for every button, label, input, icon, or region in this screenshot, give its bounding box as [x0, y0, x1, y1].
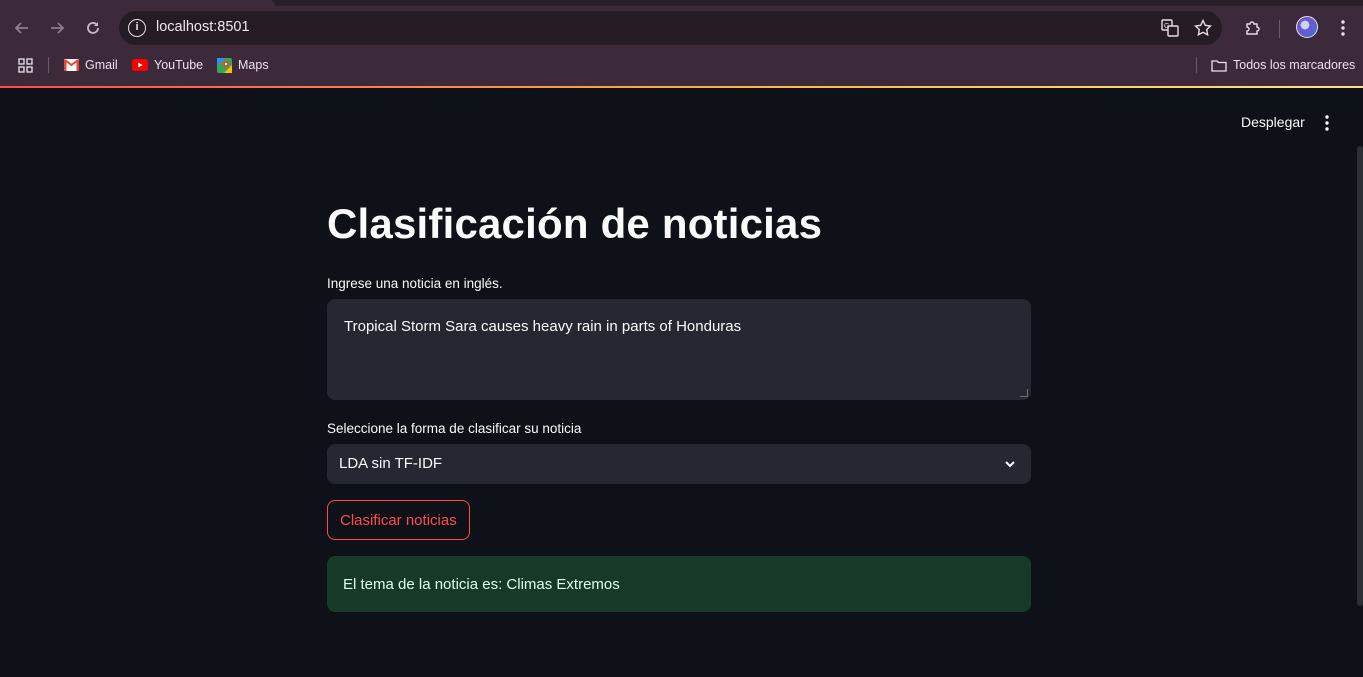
kebab-menu-icon	[1341, 20, 1345, 36]
apps-grid-icon	[17, 57, 33, 73]
translate-icon[interactable]: G	[1159, 17, 1181, 39]
back-button[interactable]	[8, 14, 36, 42]
profile-avatar[interactable]	[1296, 16, 1318, 38]
streamlit-app: Desplegar Clasificación de noticias Ingr…	[0, 88, 1363, 677]
all-bookmarks-label: Todos los marcadores	[1233, 58, 1356, 72]
browser-toolbar: i localhost:8501 G	[0, 6, 1363, 50]
news-input-label: Ingrese una noticia en inglés.	[327, 276, 503, 291]
reload-button[interactable]	[79, 14, 107, 42]
deploy-button[interactable]: Desplegar	[1231, 110, 1315, 134]
bookmark-label: Gmail	[85, 58, 118, 72]
browser-chrome: i localhost:8501 G Gmail YouTube Maps To…	[0, 0, 1363, 88]
classify-button[interactable]: Clasificar noticias	[327, 500, 470, 540]
bookmark-youtube[interactable]: YouTube	[132, 56, 203, 74]
arrow-right-icon	[51, 22, 65, 34]
site-info-icon[interactable]: i	[128, 19, 146, 37]
method-select[interactable]: LDA sin TF-IDF	[327, 444, 1031, 484]
resize-handle-icon[interactable]	[1020, 389, 1028, 397]
extensions-button[interactable]	[1239, 14, 1267, 42]
maps-icon	[216, 57, 232, 73]
main-menu-button[interactable]	[1316, 112, 1338, 134]
bookmarks-bar: Gmail YouTube Maps Todos los marcadores	[0, 50, 1363, 80]
youtube-icon	[132, 57, 148, 73]
scrollbar[interactable]	[1357, 146, 1363, 606]
bookmark-label: Maps	[238, 58, 269, 72]
apps-button[interactable]	[17, 56, 33, 74]
result-success-alert: El tema de la noticia es: Climas Extremo…	[327, 556, 1031, 612]
method-select-label: Seleccione la forma de clasificar su not…	[327, 421, 582, 436]
bookmark-label: YouTube	[154, 58, 204, 72]
kebab-menu-icon	[1325, 115, 1329, 131]
all-bookmarks-button[interactable]: Todos los marcadores	[1211, 56, 1355, 74]
bookmarks-divider	[1196, 57, 1197, 73]
select-value: LDA sin TF-IDF	[339, 455, 443, 472]
forward-button[interactable]	[43, 14, 71, 42]
news-textarea[interactable]: Tropical Storm Sara causes heavy rain in…	[327, 299, 1031, 400]
arrow-left-icon	[14, 22, 28, 34]
browser-menu-button[interactable]	[1329, 14, 1357, 42]
bookmarks-divider	[48, 57, 49, 73]
folder-icon	[1211, 57, 1227, 73]
bookmark-maps[interactable]: Maps	[216, 56, 269, 74]
url-text[interactable]: localhost:8501	[156, 19, 250, 35]
result-text: El tema de la noticia es: Climas Extremo…	[343, 576, 620, 593]
svg-text:G: G	[1164, 23, 1169, 30]
toolbar-divider	[1279, 20, 1280, 38]
bookmark-star-icon[interactable]	[1192, 17, 1214, 39]
bookmark-gmail[interactable]: Gmail	[63, 56, 118, 74]
address-bar[interactable]: i localhost:8501 G	[119, 11, 1222, 45]
gmail-icon	[63, 57, 79, 73]
puzzle-icon	[1246, 21, 1260, 35]
chevron-down-icon	[1002, 456, 1018, 472]
reload-icon	[87, 22, 99, 34]
page-title: Clasificación de noticias	[327, 200, 823, 247]
